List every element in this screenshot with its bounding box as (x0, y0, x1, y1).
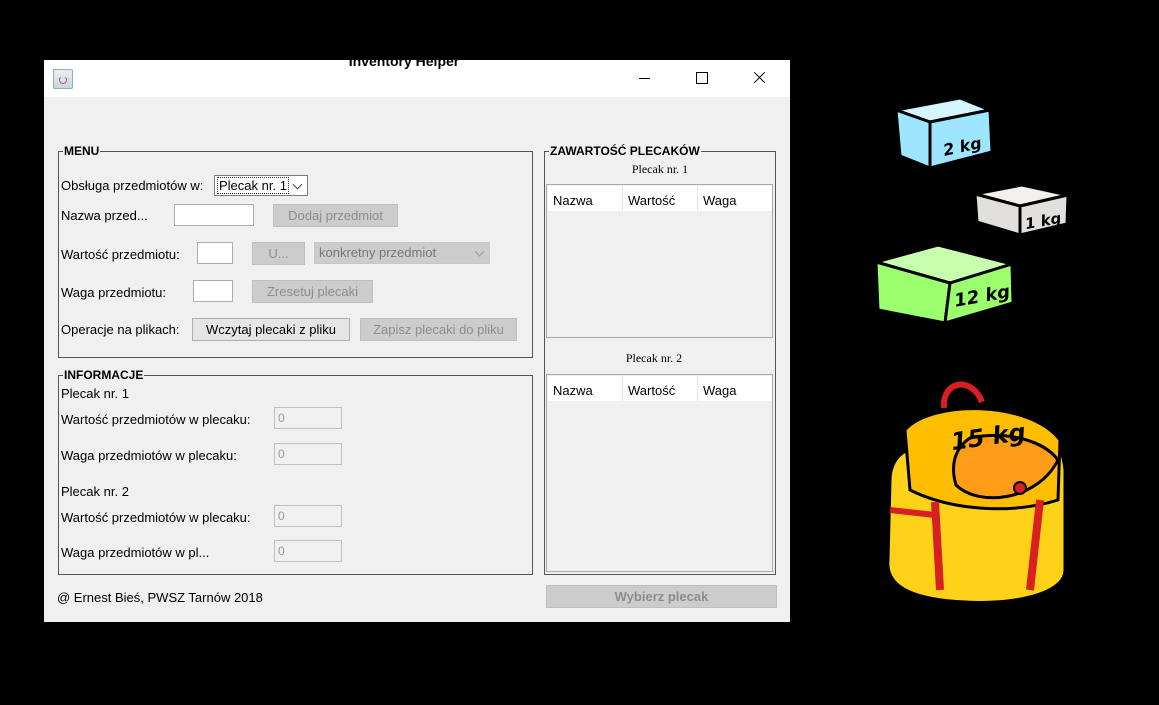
column-header-name[interactable]: Nazwa (548, 186, 623, 211)
table-header: Nazwa Wartość Waga (548, 376, 772, 401)
backpack1-label: Plecak nr. 1 (61, 386, 129, 401)
b1-weight-label: Waga przedmiotów w plecaku: (61, 448, 237, 463)
backpack2-table[interactable]: Nazwa Wartość Waga (546, 374, 773, 572)
weight-label: Waga przedmiotu: (61, 285, 167, 300)
reset-button[interactable]: Zresetuj plecaki (252, 280, 373, 303)
page-title: Inventory Helper (348, 53, 460, 69)
box-2kg-icon: 2 kg (890, 96, 996, 171)
info-title: INFORMACJE (63, 368, 145, 382)
item-select[interactable]: konkretny przedmiot (314, 242, 490, 264)
column-header-value[interactable]: Wartość (623, 376, 698, 401)
backpack-select[interactable]: Plecak nr. 1 (214, 175, 308, 196)
handling-label: Obsługa przedmiotów w: (61, 178, 204, 193)
load-button[interactable]: Wczytaj plecaki z pliku (192, 318, 350, 341)
table2-caption: Plecak nr. 2 (625, 351, 683, 365)
value-label: Wartość przedmiotu: (61, 247, 180, 262)
column-header-name[interactable]: Nazwa (548, 376, 623, 401)
item-select-value: konkretny przedmiot (319, 245, 437, 260)
copyright-text: @ Ernest Bieś, PWSZ Tarnów 2018 (57, 590, 263, 605)
table-header: Nazwa Wartość Waga (548, 186, 772, 211)
box-1kg-icon: 1 kg (973, 183, 1070, 238)
u-button[interactable]: U... (252, 242, 305, 265)
b2-weight-label: Waga przedmiotów w pl... (61, 545, 210, 560)
file-ops-label: Operacje na plikach: (61, 322, 180, 337)
column-header-weight[interactable]: Waga (698, 376, 772, 401)
table1-caption: Plecak nr. 1 (631, 162, 689, 176)
name-label: Nazwa przed... (61, 208, 148, 223)
weight-input[interactable] (193, 280, 233, 302)
column-header-value[interactable]: Wartość (623, 186, 698, 211)
backpack-select-value: Plecak nr. 1 (217, 177, 289, 194)
column-header-weight[interactable]: Waga (698, 186, 772, 211)
b2-weight-field: 0 (274, 540, 342, 562)
b2-value-field: 0 (274, 505, 342, 527)
backpack2-label: Plecak nr. 2 (61, 484, 129, 499)
backpack1-table[interactable]: Nazwa Wartość Waga (546, 184, 773, 338)
save-button[interactable]: Zapisz plecaki do pliku (360, 318, 517, 341)
choose-backpack-button[interactable]: Wybierz plecak (546, 585, 777, 608)
b2-value-label: Wartość przedmiotów w plecaku: (61, 510, 251, 525)
menu-title: MENU (63, 144, 101, 158)
box-2kg-side (894, 107, 932, 171)
chevron-down-icon (292, 179, 303, 190)
b1-weight-field: 0 (274, 443, 342, 465)
add-item-button[interactable]: Dodaj przedmiot (273, 204, 398, 227)
box-12kg-icon: 12 kg (870, 243, 1018, 326)
name-input[interactable] (174, 204, 254, 226)
chevron-down-icon (474, 246, 485, 257)
b1-value-label: Wartość przedmiotów w plecaku: (61, 412, 251, 427)
contents-title: ZAWARTOŚĆ PLECAKÓW (549, 144, 701, 158)
weights-artwork: 2 kg 1 kg 12 kg 15 kg (870, 96, 1070, 604)
b1-value-field: 0 (274, 407, 342, 429)
value-input[interactable] (197, 242, 233, 264)
java-app-icon[interactable] (53, 69, 73, 89)
backpack-icon: 15 kg (886, 381, 1067, 604)
